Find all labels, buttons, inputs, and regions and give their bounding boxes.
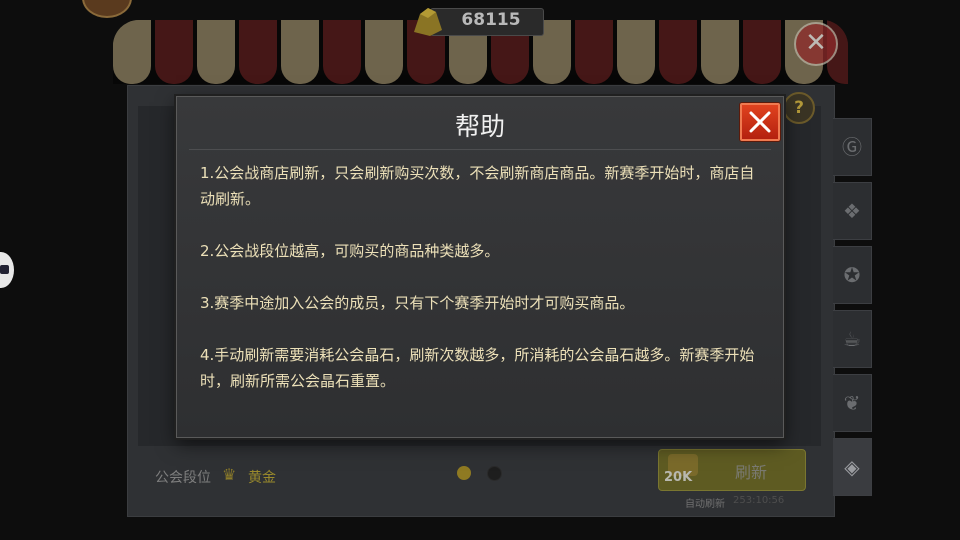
dialog-title: 帮助 <box>454 112 505 141</box>
help-text-body: 1.公会战商店刷新，只会刷新购买次数，不会刷新商店商品。新赛季开始时，商店自动刷… <box>200 160 766 420</box>
help-paragraph: 3.赛季中途加入公会的成员，只有下个赛季开始时才可购买商品。 <box>200 294 635 312</box>
guild-crystal-icon[interactable]: ◈ <box>833 438 872 496</box>
guild-rank-value: 黄金 <box>248 470 276 486</box>
page-indicator-dot-active[interactable] <box>457 466 471 480</box>
dialog-divider <box>189 149 771 150</box>
gold-g-coin-icon[interactable]: Ⓖ <box>833 118 872 176</box>
help-paragraph: 1.公会战商店刷新，只会刷新购买次数，不会刷新商店商品。新赛季开始时，商店自动刷… <box>200 164 755 208</box>
close-x-icon <box>749 111 771 133</box>
help-paragraph: 2.公会战段位越高，可购买的商品种类越多。 <box>200 242 500 260</box>
leaf-icon[interactable]: ❦ <box>833 374 872 432</box>
medal-icon[interactable]: ✪ <box>833 246 872 304</box>
refresh-cost: 20K <box>664 470 693 485</box>
rank-shield-icon: ♛ <box>222 465 237 484</box>
refresh-button-label: 刷新 <box>735 463 768 482</box>
player-avatar-badge[interactable] <box>82 0 132 18</box>
auto-refresh-timer: 253:10:56 <box>733 495 785 506</box>
guild-rank-label: 公会段位 <box>155 470 211 486</box>
gear-token-icon[interactable]: ❖ <box>833 182 872 240</box>
dialog-close-button[interactable] <box>740 103 780 141</box>
help-paragraph: 4.手动刷新需要消耗公会晶石，刷新次数越多，所消耗的公会晶石越多。新赛季开始时，… <box>200 346 755 390</box>
shop-side-tabs: Ⓖ ❖ ✪ ☕ ❦ ◈ <box>833 118 873 502</box>
auto-refresh-label: 自动刷新 <box>685 499 725 510</box>
currency-value: 68115 <box>461 10 521 30</box>
page-indicator-dot[interactable] <box>487 466 502 481</box>
shop-close-button[interactable]: ✕ <box>794 22 838 66</box>
help-dialog: 帮助 1.公会战商店刷新，只会刷新购买次数，不会刷新商店商品。新赛季开始时，商店… <box>176 96 784 438</box>
help-button[interactable]: ? <box>783 92 815 124</box>
beer-mug-icon[interactable]: ☕ <box>833 310 872 368</box>
side-drawer-handle[interactable] <box>0 252 14 288</box>
